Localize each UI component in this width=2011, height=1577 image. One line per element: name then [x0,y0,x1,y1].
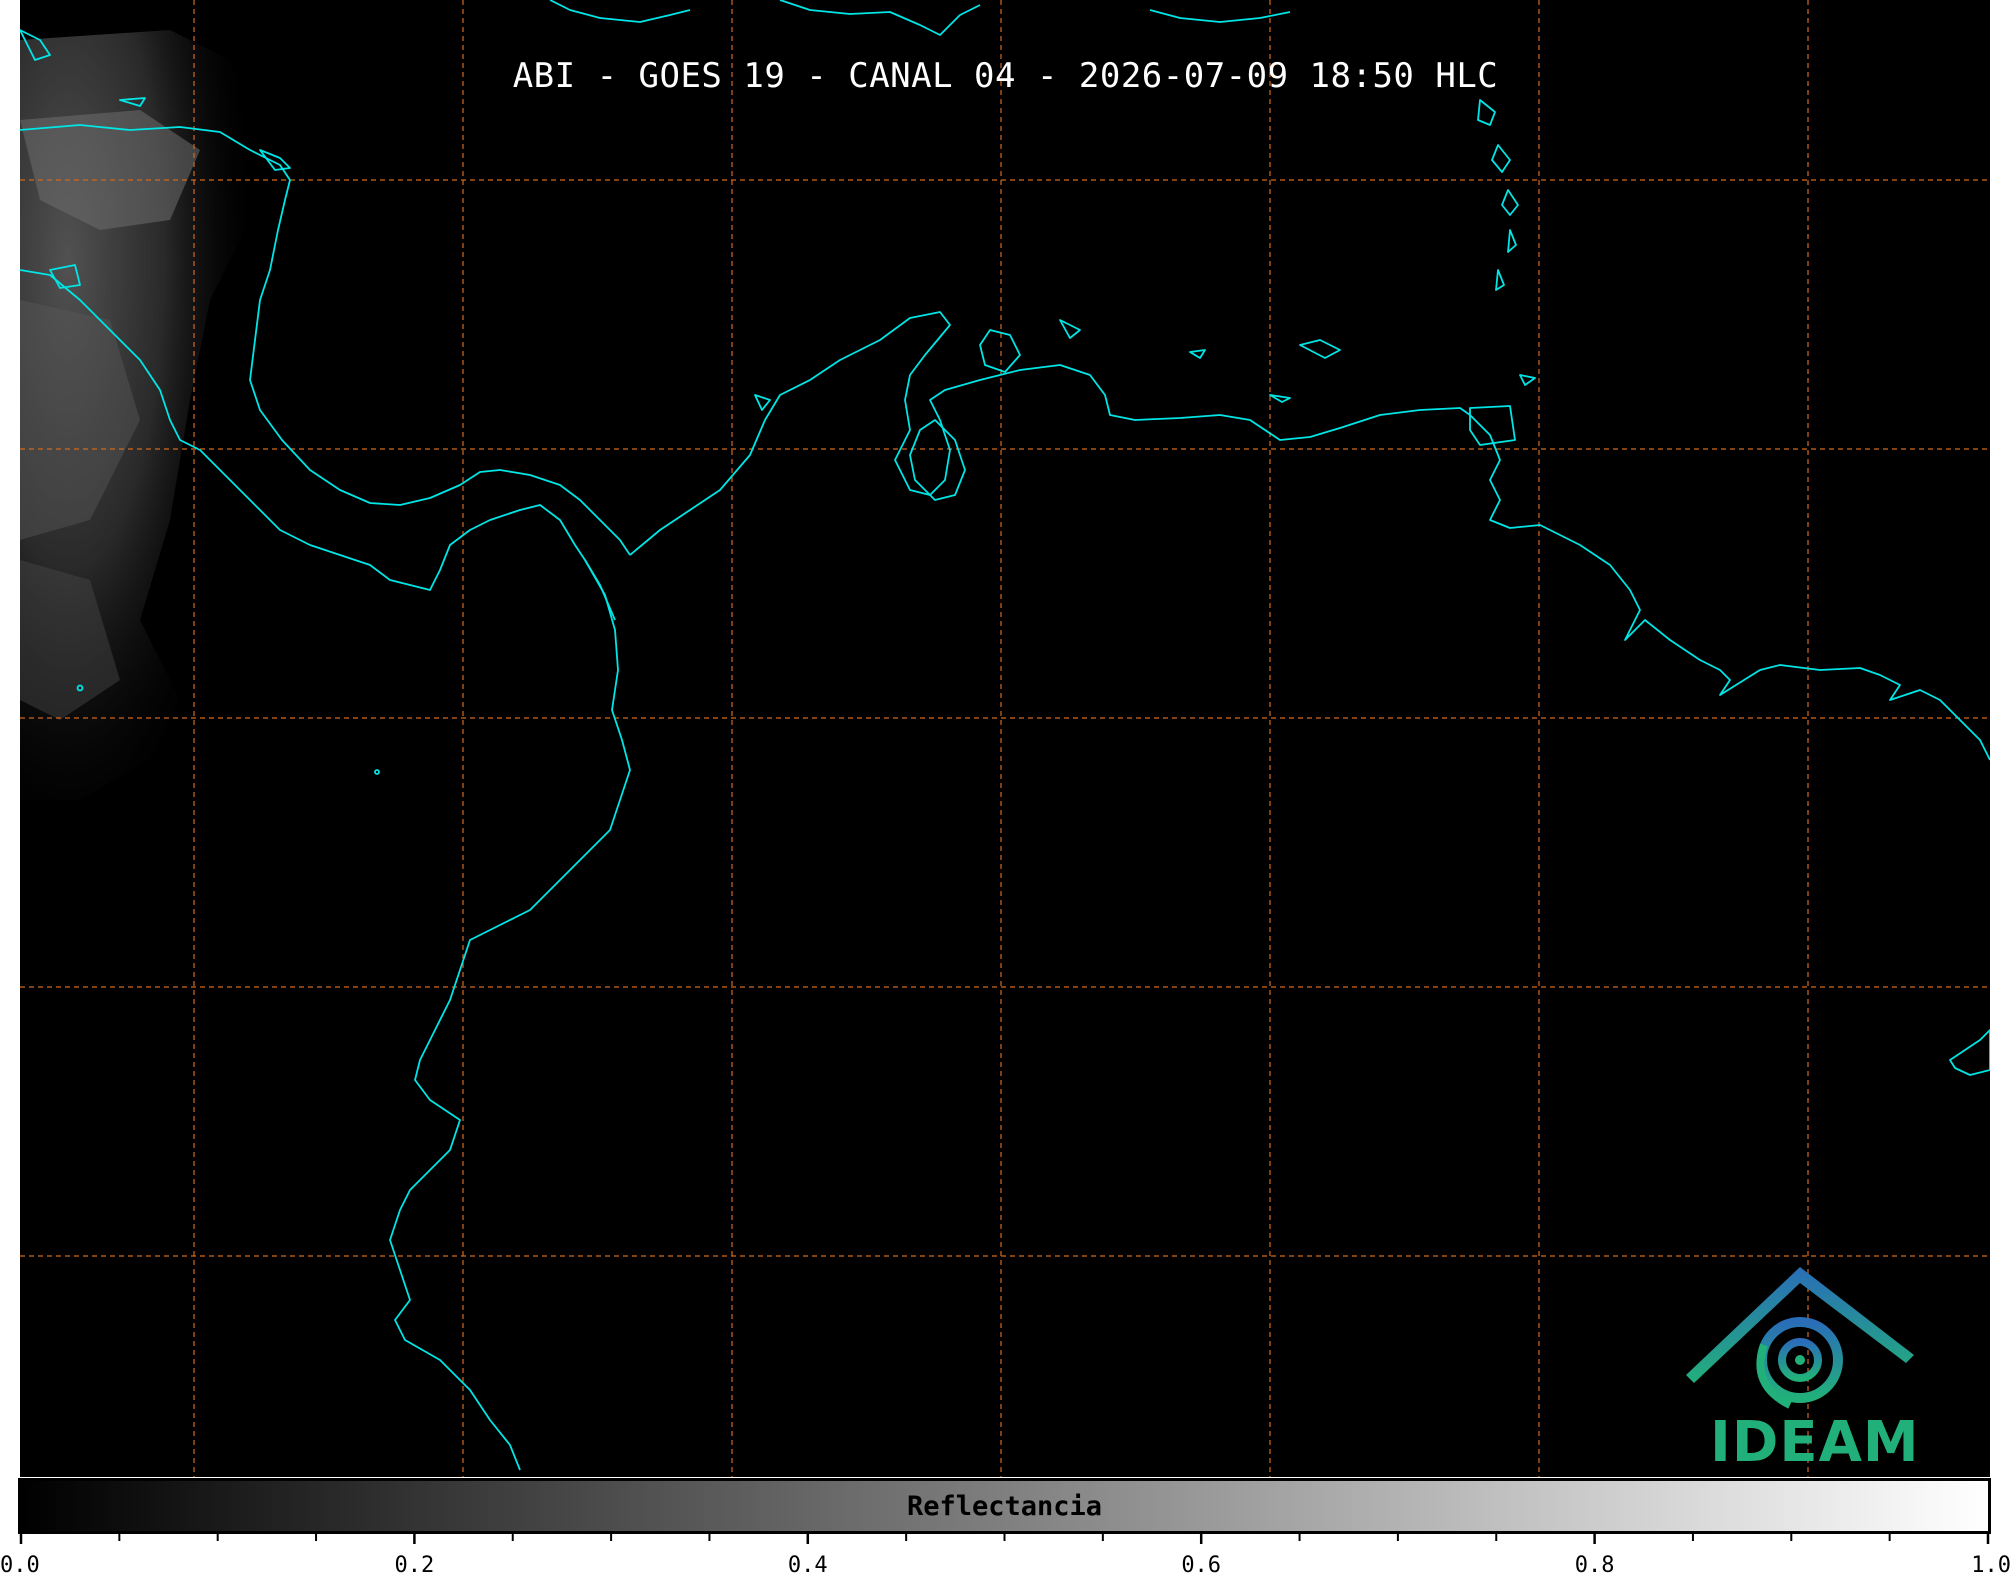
colorbar-tick-label: 0.4 [788,1553,828,1577]
colorbar-tick-label: 0.2 [395,1553,435,1577]
colorbar-label: Reflectancia [906,1491,1103,1522]
colorbar-ticks: 0.0 0.2 0.4 0.6 0.8 1.0 [0,1532,2011,1577]
colorbar-tick-label: 0.6 [1181,1553,1221,1577]
satellite-map: IDEAM [20,0,1990,1477]
map-title: ABI - GOES 19 - CANAL 04 - 2026-07-09 18… [512,56,1499,96]
colorbar-tick-label: 0.8 [1575,1553,1615,1577]
colorbar: Reflectancia [18,1478,1991,1534]
colorbar-tick-label: 1.0 [1971,1553,2011,1577]
logo-text: IDEAM [1710,1410,1920,1475]
cloud-cover [20,30,260,800]
ideam-logo-block: IDEAM [1680,1250,1920,1475]
colorbar-tick-label: 0.0 [0,1553,40,1577]
colorbar-axis: 0.0 0.2 0.4 0.6 0.8 1.0 [0,1532,2011,1577]
